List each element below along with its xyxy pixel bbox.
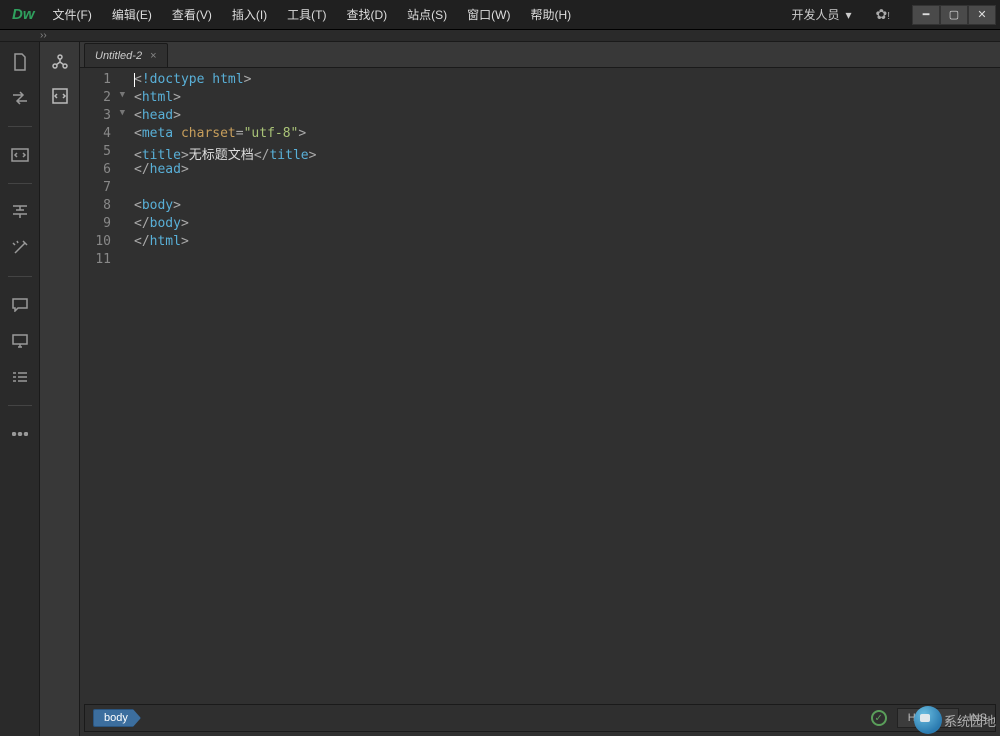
close-button[interactable]: ✕ [968,5,996,25]
close-icon[interactable]: × [150,50,156,62]
tab-untitled-2[interactable]: Untitled-2 × [84,43,168,67]
comment-icon[interactable] [6,293,34,317]
menu-find[interactable]: 查找(D) [336,0,397,29]
settings-button[interactable]: ✿! [867,6,898,23]
code-editor[interactable]: 1 2 3 4 5 6 7 8 9 10 11 <!doctype html> … [80,68,1000,704]
check-icon[interactable]: ✓ [871,710,887,726]
code-icon[interactable] [6,143,34,167]
more-icon[interactable] [6,422,34,446]
dom-icon[interactable] [46,50,74,74]
status-right: ✓ HTML INS [871,708,987,728]
ins-mode[interactable]: INS [969,712,987,724]
file-icon[interactable] [6,50,34,74]
app-logo: Dw [4,6,43,23]
line-gutter: 1 2 3 4 5 6 7 8 9 10 11 [80,68,130,704]
line-number: 1 [80,72,129,90]
chevron-down-icon: ▾ [845,8,851,22]
menu-site[interactable]: 站点(S) [397,0,457,29]
restore-panel-icon[interactable]: ›› [40,30,47,41]
divider [8,183,32,184]
divider [8,126,32,127]
condense-icon[interactable] [6,200,34,224]
line-number: 7 [80,180,129,198]
menu-edit[interactable]: 编辑(E) [102,0,162,29]
divider [8,276,32,277]
monitor-icon[interactable] [6,329,34,353]
gear-icon: ✿ [875,6,887,22]
exclaim-icon: ! [887,11,890,22]
editor-area: Untitled-2 × 1 2 3 4 5 6 7 8 9 10 11 <!d… [80,42,1000,736]
line-number: 11 [80,252,129,270]
wand-icon[interactable] [6,236,34,260]
line-number: 5 [80,144,129,162]
tab-label: Untitled-2 [95,50,142,62]
toolbar-strip: ›› [0,30,1000,42]
left-toolbar [0,42,40,736]
panel-toolbar [40,42,80,736]
snippet-icon[interactable] [46,84,74,108]
menu-view[interactable]: 查看(V) [162,0,222,29]
line-number: 4 [80,126,129,144]
menu-insert[interactable]: 插入(I) [222,0,277,29]
line-number: 8 [80,198,129,216]
workspace-label: 开发人员 [791,6,839,23]
list-icon[interactable] [6,365,34,389]
arrows-icon[interactable] [6,86,34,110]
line-number: 10 [80,234,129,252]
line-number: 2 [80,90,129,108]
maximize-button[interactable]: ▢ [940,5,968,25]
breadcrumb-body[interactable]: body [93,709,141,727]
titlebar-right: 开发人员 ▾ ✿! ━ ▢ ✕ [781,2,996,27]
document-tabs: Untitled-2 × [80,42,1000,68]
language-selector[interactable]: HTML [897,708,959,728]
menu-bar: 文件(F) 编辑(E) 查看(V) 插入(I) 工具(T) 查找(D) 站点(S… [43,0,582,29]
workspace-switcher[interactable]: 开发人员 ▾ [781,2,861,27]
line-number: 9 [80,216,129,234]
line-number: 6 [80,162,129,180]
minimize-button[interactable]: ━ [912,5,940,25]
divider [8,405,32,406]
menu-file[interactable]: 文件(F) [43,0,102,29]
menu-tools[interactable]: 工具(T) [277,0,336,29]
main-area: Untitled-2 × 1 2 3 4 5 6 7 8 9 10 11 <!d… [0,42,1000,736]
window-controls: ━ ▢ ✕ [912,5,996,25]
titlebar: Dw 文件(F) 编辑(E) 查看(V) 插入(I) 工具(T) 查找(D) 站… [0,0,1000,30]
statusbar: body ✓ HTML INS [84,704,996,732]
menu-window[interactable]: 窗口(W) [457,0,520,29]
menu-help[interactable]: 帮助(H) [520,0,581,29]
code-text[interactable]: <!doctype html> <html> <head> <meta char… [130,68,1000,704]
line-number: 3 [80,108,129,126]
text-cursor [134,73,135,87]
